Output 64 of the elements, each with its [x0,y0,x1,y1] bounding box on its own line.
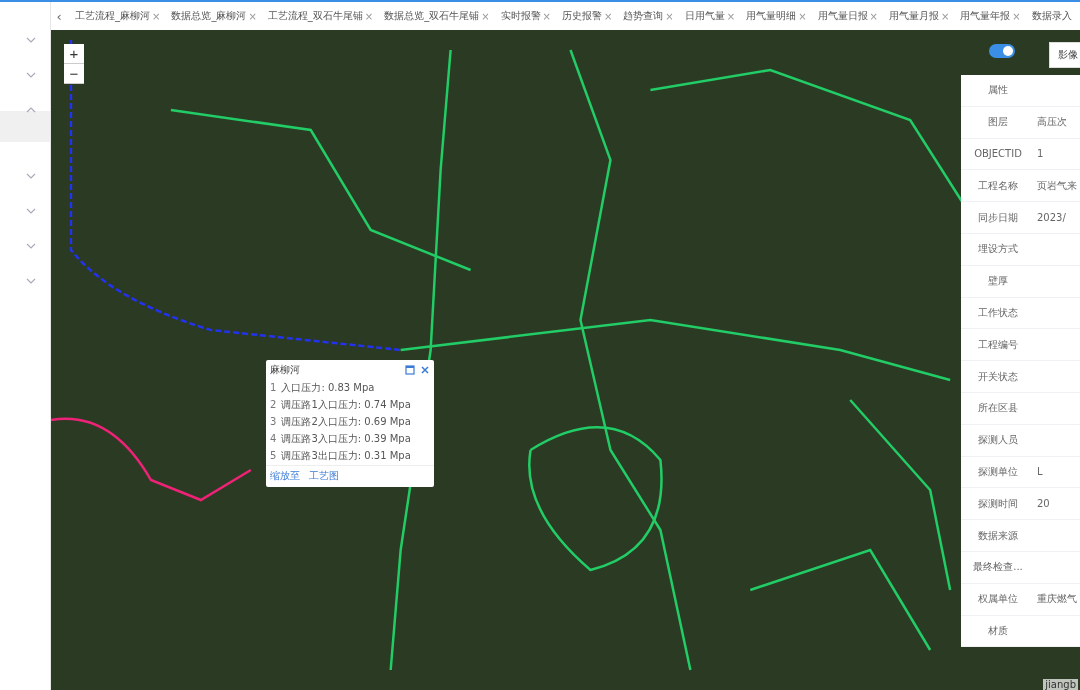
basemap-button[interactable]: 影像 [1049,42,1080,68]
attribute-label: 探测时间 [977,496,1019,511]
attribute-label: 所在区县 [977,401,1019,416]
attribute-label: 开关状态 [977,369,1019,384]
item-number: 1 [270,382,277,393]
layer-toggle[interactable] [989,44,1015,58]
chevron-down-icon[interactable] [26,71,36,78]
pressure-reading: 调压路3入口压力: 0.39 Mpa [281,431,411,446]
tab[interactable]: 工艺流程_双石牛尾铺 × [259,9,377,23]
attribute-label: 工程名称 [977,178,1019,193]
attribute-label: 权属单位 [977,592,1019,607]
attribute-label: 工作状态 [977,305,1019,320]
attribute-label: 埋设方式 [977,242,1019,257]
popup-link[interactable]: 缩放至 [270,469,300,483]
attribute-label: 同步日期 [977,210,1019,225]
tab[interactable]: 用气量年报 × [952,9,1024,23]
tab[interactable]: 用气量月报 × [880,9,953,23]
map-attribution: jiangb [1043,679,1078,690]
pressure-reading: 调压路2入口压力: 0.69 Mpa [281,414,411,429]
chevron-down-icon[interactable] [26,36,36,43]
item-number: 4 [270,433,277,444]
attribute-value: 2023/ [1036,212,1066,224]
attribute-value: 1 [1036,148,1044,160]
tab[interactable]: 用气量日报 × [809,9,881,23]
attribute-value: 高压次 [1036,115,1067,130]
popup-title: 麻柳河 [270,363,301,377]
tab[interactable]: 数据总览_双石牛尾铺 × [376,9,493,23]
tab[interactable]: 数据总览_麻柳河 × [163,9,260,23]
chevron-down-icon[interactable] [26,242,36,249]
pressure-reading: 入口压力: 0.83 Mpa [281,380,375,395]
attribute-label: 图层 [987,115,1009,130]
tab[interactable]: 用气量明细 × [738,9,810,23]
attribute-label: 壁厚 [987,274,1009,289]
tab[interactable]: 趋势查询 × [615,9,677,23]
tab[interactable]: 日用气量 × [676,9,739,23]
attribute-label: 探测人员 [977,433,1019,448]
chevron-down-icon[interactable] [26,277,36,284]
popup-link[interactable]: 工艺图 [309,469,339,483]
maximize-icon[interactable] [405,365,415,375]
zoom-in-button[interactable]: + [64,44,84,64]
tab[interactable]: 工艺流程_麻柳河 × [67,9,164,23]
attribute-label: 属性 [987,83,1009,98]
attribute-value: 页岩气来 [1036,178,1077,193]
pressure-reading: 调压路1入口压力: 0.74 Mpa [281,397,411,412]
tab[interactable]: 实时报警 × [492,9,554,23]
attribute-value: 重庆燃气 [1036,592,1077,607]
close-icon[interactable] [420,365,430,375]
attribute-label: 材质 [987,623,1009,638]
pressure-reading: 调压路3出口压力: 0.31 Mpa [281,448,411,463]
scroll-left-arrow[interactable]: ‹ [51,8,67,24]
attribute-label: 工程编号 [977,337,1019,352]
attribute-label: 最终检查... [972,560,1024,575]
attribute-label: 数据来源 [977,528,1019,543]
chevron-down-icon[interactable] [26,207,36,214]
item-number: 5 [270,450,277,461]
tab[interactable]: 数据录入 [1023,9,1075,23]
item-number: 3 [270,416,277,427]
item-number: 2 [270,399,277,410]
chevron-down-icon[interactable] [26,172,36,179]
attribute-label: 探测单位 [977,464,1019,479]
tab[interactable]: 历史报警 × [553,9,616,23]
attribute-value: 20 [1036,498,1050,510]
attribute-label: OBJECTID [973,148,1023,160]
attribute-value: L [1036,466,1043,478]
